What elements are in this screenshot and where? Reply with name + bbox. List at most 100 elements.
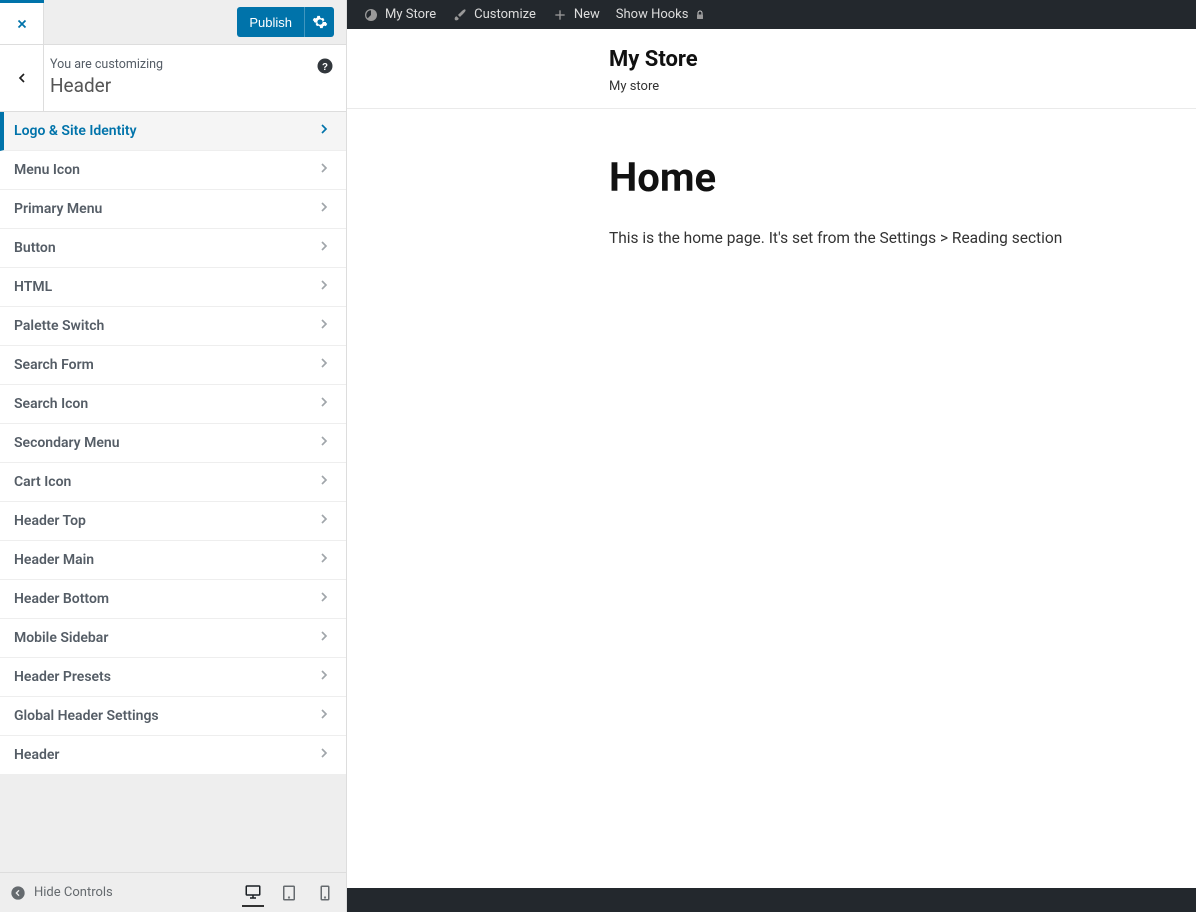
panel-list-item[interactable]: Button — [0, 229, 346, 268]
panel-list-item-label: Global Header Settings — [14, 708, 159, 724]
adminbar-show-hooks-label: Show Hooks — [616, 7, 689, 22]
preview-area: My Store Customize New Show Hooks My Sto… — [347, 0, 1196, 912]
device-mobile-button[interactable] — [314, 879, 336, 907]
panel-list-item-label: Search Icon — [14, 396, 88, 412]
panel-list-item-label: Cart Icon — [14, 474, 71, 490]
chevron-right-icon — [316, 238, 332, 258]
adminbar-new-link[interactable]: New — [544, 0, 608, 29]
chevron-right-icon — [316, 745, 332, 765]
customizer-panel: Publish You are customizing Header ? Log… — [0, 0, 347, 912]
panel-list-item-label: HTML — [14, 279, 52, 295]
device-preview-buttons — [242, 879, 336, 907]
panel-list-item-label: Header Presets — [14, 669, 111, 685]
page-body: This is the home page. It's set from the… — [609, 229, 1196, 247]
panel-list-item[interactable]: Header Top — [0, 502, 346, 541]
panel-actions: Publish — [0, 0, 346, 45]
chevron-right-icon — [316, 355, 332, 375]
chevron-right-icon — [316, 472, 332, 492]
panel-section-title: Header — [50, 74, 332, 97]
preview-footer-bar — [347, 888, 1196, 912]
panel-subhead: You are customizing — [50, 57, 332, 72]
panel-list-item-label: Search Form — [14, 357, 94, 373]
chevron-right-icon — [316, 121, 332, 141]
help-icon: ? — [316, 57, 334, 75]
panel-list-item[interactable]: Search Form — [0, 346, 346, 385]
panel-list-item-label: Mobile Sidebar — [14, 630, 108, 646]
panel-list-item[interactable]: Mobile Sidebar — [0, 619, 346, 658]
mobile-icon — [316, 884, 334, 902]
chevron-right-icon — [316, 589, 332, 609]
page-content: Home This is the home page. It's set fro… — [609, 109, 1196, 247]
panel-list-item-label: Header Main — [14, 552, 94, 568]
panel-list-item[interactable]: Search Icon — [0, 385, 346, 424]
panel-list-item[interactable]: Palette Switch — [0, 307, 346, 346]
device-desktop-button[interactable] — [242, 879, 264, 907]
svg-text:?: ? — [322, 62, 328, 73]
panel-list-item[interactable]: Primary Menu — [0, 190, 346, 229]
panel-list-item[interactable]: Global Header Settings — [0, 697, 346, 736]
chevron-right-icon — [316, 316, 332, 336]
desktop-icon — [244, 883, 262, 901]
brush-icon — [452, 7, 468, 23]
panel-list-item[interactable]: Header — [0, 736, 346, 775]
panel-list-item[interactable]: Cart Icon — [0, 463, 346, 502]
panel-list-item[interactable]: Logo & Site Identity — [0, 112, 346, 151]
close-icon — [15, 17, 29, 31]
panel-header: You are customizing Header ? — [0, 45, 346, 112]
adminbar-site-name: My Store — [385, 7, 436, 22]
panel-list-item[interactable]: HTML — [0, 268, 346, 307]
help-button[interactable]: ? — [316, 57, 334, 75]
lock-icon — [694, 9, 706, 21]
adminbar-customize-label: Customize — [474, 7, 536, 22]
plus-icon — [552, 7, 568, 23]
panel-list-item-label: Primary Menu — [14, 201, 102, 217]
adminbar-new-label: New — [574, 7, 600, 22]
panel-list-item-label: Palette Switch — [14, 318, 104, 334]
panel-list-item-label: Header — [14, 747, 59, 763]
chevron-right-icon — [316, 277, 332, 297]
site-tagline: My store — [609, 79, 1196, 94]
tablet-icon — [280, 884, 298, 902]
panel-list-item[interactable]: Header Bottom — [0, 580, 346, 619]
close-customizer-button[interactable] — [0, 3, 44, 45]
site-header: My Store My store — [347, 29, 1196, 109]
device-tablet-button[interactable] — [278, 879, 300, 907]
panel-list-item-label: Secondary Menu — [14, 435, 120, 451]
chevron-right-icon — [316, 706, 332, 726]
panel-list-item[interactable]: Header Presets — [0, 658, 346, 697]
panel-list-item-label: Menu Icon — [14, 162, 80, 178]
panel-list-item[interactable]: Secondary Menu — [0, 424, 346, 463]
chevron-right-icon — [316, 433, 332, 453]
back-button[interactable] — [0, 45, 44, 111]
hide-controls-label: Hide Controls — [34, 885, 113, 900]
chevron-right-icon — [316, 628, 332, 648]
panel-footer: Hide Controls — [0, 872, 346, 912]
chevron-right-icon — [316, 160, 332, 180]
collapse-left-icon — [10, 885, 26, 901]
admin-bar: My Store Customize New Show Hooks — [347, 0, 1196, 29]
chevron-right-icon — [316, 550, 332, 570]
chevron-right-icon — [316, 394, 332, 414]
site-title[interactable]: My Store — [609, 47, 1196, 72]
hide-controls-button[interactable]: Hide Controls — [10, 885, 113, 901]
gear-icon — [312, 14, 328, 30]
panel-list-item[interactable]: Menu Icon — [0, 151, 346, 190]
publish-group: Publish — [237, 7, 334, 37]
site-preview: My Store My store Home This is the home … — [347, 29, 1196, 912]
panel-list-item-label: Logo & Site Identity — [14, 123, 137, 139]
adminbar-customize-link[interactable]: Customize — [444, 0, 544, 29]
panel-list-item[interactable]: Header Main — [0, 541, 346, 580]
dashboard-icon — [363, 7, 379, 23]
panel-list-item-label: Button — [14, 240, 56, 256]
chevron-left-icon — [14, 70, 30, 86]
publish-settings-button[interactable] — [304, 7, 334, 37]
adminbar-show-hooks-link[interactable]: Show Hooks — [608, 0, 715, 29]
chevron-right-icon — [316, 199, 332, 219]
page-title: Home — [609, 154, 1196, 201]
chevron-right-icon — [316, 511, 332, 531]
publish-button[interactable]: Publish — [237, 7, 304, 37]
panel-list-item-label: Header Bottom — [14, 591, 109, 607]
adminbar-site-link[interactable]: My Store — [355, 0, 444, 29]
panel-list-item-label: Header Top — [14, 513, 86, 529]
chevron-right-icon — [316, 667, 332, 687]
